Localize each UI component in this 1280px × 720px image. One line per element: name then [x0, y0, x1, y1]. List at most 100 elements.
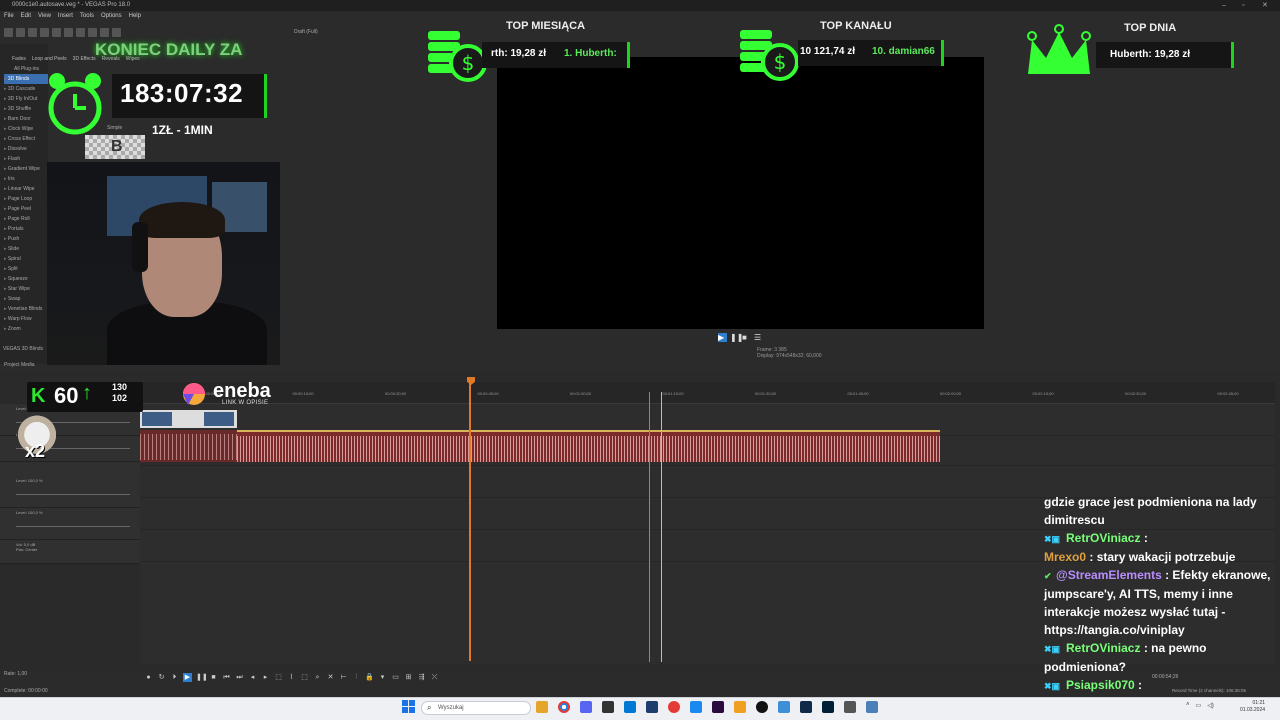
plugin-item[interactable]: Dissolve [4, 144, 48, 154]
app-icon[interactable] [778, 701, 790, 713]
audio-clip-main[interactable] [237, 430, 940, 462]
plugin-item[interactable]: Page Roll [4, 214, 48, 224]
taskbar-search-input[interactable]: ⌕ Wyszukaj [421, 701, 531, 715]
chat-nick[interactable]: @StreamElements [1056, 568, 1162, 582]
audio-clip[interactable] [140, 430, 237, 462]
steam-icon[interactable] [800, 701, 812, 713]
pause-icon[interactable]: ❚❚ [730, 333, 743, 342]
loop-icon[interactable]: ↻ [157, 673, 166, 682]
play-icon[interactable]: ▶ [718, 333, 727, 342]
normal-edit-tool-icon[interactable]: ⬚ [274, 673, 283, 682]
plugin-item[interactable]: Gradient Wipe [4, 164, 48, 174]
plugin-item[interactable]: Iris [4, 174, 48, 184]
menu-tools[interactable]: Tools [80, 11, 94, 21]
auto-ripple-icon[interactable]: ⇶ [417, 673, 426, 682]
track-header-2[interactable]: Level: 100,0 % [0, 476, 140, 508]
plugin-item[interactable]: Slide [4, 244, 48, 254]
plugin-item[interactable]: Push [4, 234, 48, 244]
playhead-line[interactable] [469, 378, 471, 661]
copy-icon[interactable] [76, 27, 85, 37]
chat-nick[interactable]: RetrOViniacz [1066, 531, 1140, 545]
selection-tool-icon[interactable]: ⬚ [300, 673, 309, 682]
app-icon[interactable] [624, 701, 636, 713]
region-icon[interactable]: ▭ [391, 673, 400, 682]
track-header-3[interactable]: Level: 100,0 % [0, 508, 140, 540]
chat-nick[interactable]: Mrexo0 [1044, 550, 1086, 564]
crossfade-icon[interactable]: ⤫ [430, 673, 439, 682]
windows-start-icon[interactable] [402, 700, 415, 713]
edit-cursor[interactable] [661, 392, 662, 662]
plugin-item[interactable]: Page Peel [4, 204, 48, 214]
discord-icon[interactable] [580, 701, 592, 713]
app-icon[interactable] [866, 701, 878, 713]
plugin-item[interactable]: Page Loop [4, 194, 48, 204]
play-icon[interactable]: ▶ [183, 672, 192, 682]
loop-region-marker[interactable] [649, 392, 650, 662]
video-clip[interactable] [140, 410, 237, 428]
opera-icon[interactable] [668, 701, 680, 713]
pause-icon[interactable]: ❚❚ [196, 673, 208, 682]
menu-file[interactable]: File [4, 11, 14, 21]
vegas-icon[interactable] [646, 701, 658, 713]
chat-nick[interactable]: Psiapsik070 [1066, 678, 1135, 692]
snap-icon[interactable]: ⊞ [404, 673, 413, 682]
trim-icon[interactable]: ⊢ [339, 673, 348, 682]
track-level-slider[interactable] [16, 526, 130, 527]
marker-icon[interactable]: ▾ [378, 673, 387, 682]
app-icon[interactable] [712, 701, 724, 713]
tab-3d-effects[interactable]: 3D Effects [73, 56, 96, 62]
save-icon[interactable] [28, 27, 37, 37]
plugin-item[interactable]: Squeeze [4, 274, 48, 284]
preview-quality-select[interactable]: Draft (Full) [294, 29, 318, 35]
render-icon[interactable] [40, 27, 49, 37]
cut-icon[interactable] [64, 27, 73, 37]
app-icon[interactable] [690, 701, 702, 713]
properties-icon[interactable] [52, 27, 61, 37]
record-icon[interactable]: ● [144, 673, 153, 682]
plugin-item[interactable]: Swap [4, 294, 48, 304]
transition-thumbnail[interactable]: B [85, 135, 145, 159]
close-icon[interactable]: ✕ [1262, 0, 1268, 11]
open-icon[interactable] [16, 27, 25, 37]
plugin-item[interactable]: Split [4, 264, 48, 274]
app-icon[interactable] [734, 701, 746, 713]
chat-nick[interactable]: RetrOViniacz [1066, 641, 1140, 655]
menu-help[interactable]: Help [129, 11, 141, 21]
track-level-slider[interactable] [16, 494, 130, 495]
app-icon[interactable] [844, 701, 856, 713]
maximize-icon[interactable]: ▫ [1242, 0, 1244, 11]
zoom-tool-icon[interactable]: ⌕ [313, 673, 322, 682]
next-frame-icon[interactable]: ▸ [261, 673, 270, 682]
plugin-item[interactable]: Linear Wipe [4, 184, 48, 194]
redo-icon[interactable] [112, 27, 121, 37]
chevron-up-icon[interactable]: ˄ [1186, 702, 1190, 709]
project-media-tab[interactable]: Project Media [4, 362, 35, 368]
go-to-end-icon[interactable]: ⏭ [235, 673, 244, 682]
stop-icon[interactable]: ■ [742, 333, 751, 342]
menu-options[interactable]: Options [101, 11, 122, 21]
tab-fades[interactable]: Fades [12, 56, 26, 62]
plugin-item[interactable]: Zoom [4, 324, 48, 334]
menu-icon[interactable]: ☰ [754, 333, 763, 342]
menu-view[interactable]: View [38, 11, 51, 21]
file-explorer-icon[interactable] [536, 701, 548, 713]
go-to-start-icon[interactable]: ⏮ [222, 673, 231, 682]
plugin-item[interactable]: Flash [4, 154, 48, 164]
plugin-item[interactable]: Spiral [4, 254, 48, 264]
tab-loop-and-peels[interactable]: Loop and Peels [32, 56, 67, 62]
play-from-start-icon[interactable]: ⏵ [170, 673, 179, 682]
app-icon[interactable] [602, 701, 614, 713]
new-icon[interactable] [4, 27, 13, 37]
delete-icon[interactable]: ✕ [326, 673, 335, 682]
chrome-icon[interactable] [558, 701, 570, 713]
plugin-item[interactable]: Venetian Blinds [4, 304, 48, 314]
menu-insert[interactable]: Insert [58, 11, 73, 21]
plugin-item[interactable]: Warp Flow [4, 314, 48, 324]
plugin-item[interactable]: 3D Fly In/Out [4, 94, 48, 104]
plugin-item[interactable]: 3D Cascade [4, 84, 48, 94]
plugin-item[interactable]: Cross Effect [4, 134, 48, 144]
stop-icon[interactable]: ■ [209, 673, 218, 682]
volume-icon[interactable]: ◁) [1207, 702, 1214, 709]
menu-edit[interactable]: Edit [21, 11, 31, 21]
envelope-tool-icon[interactable]: ⌇ [287, 673, 296, 682]
